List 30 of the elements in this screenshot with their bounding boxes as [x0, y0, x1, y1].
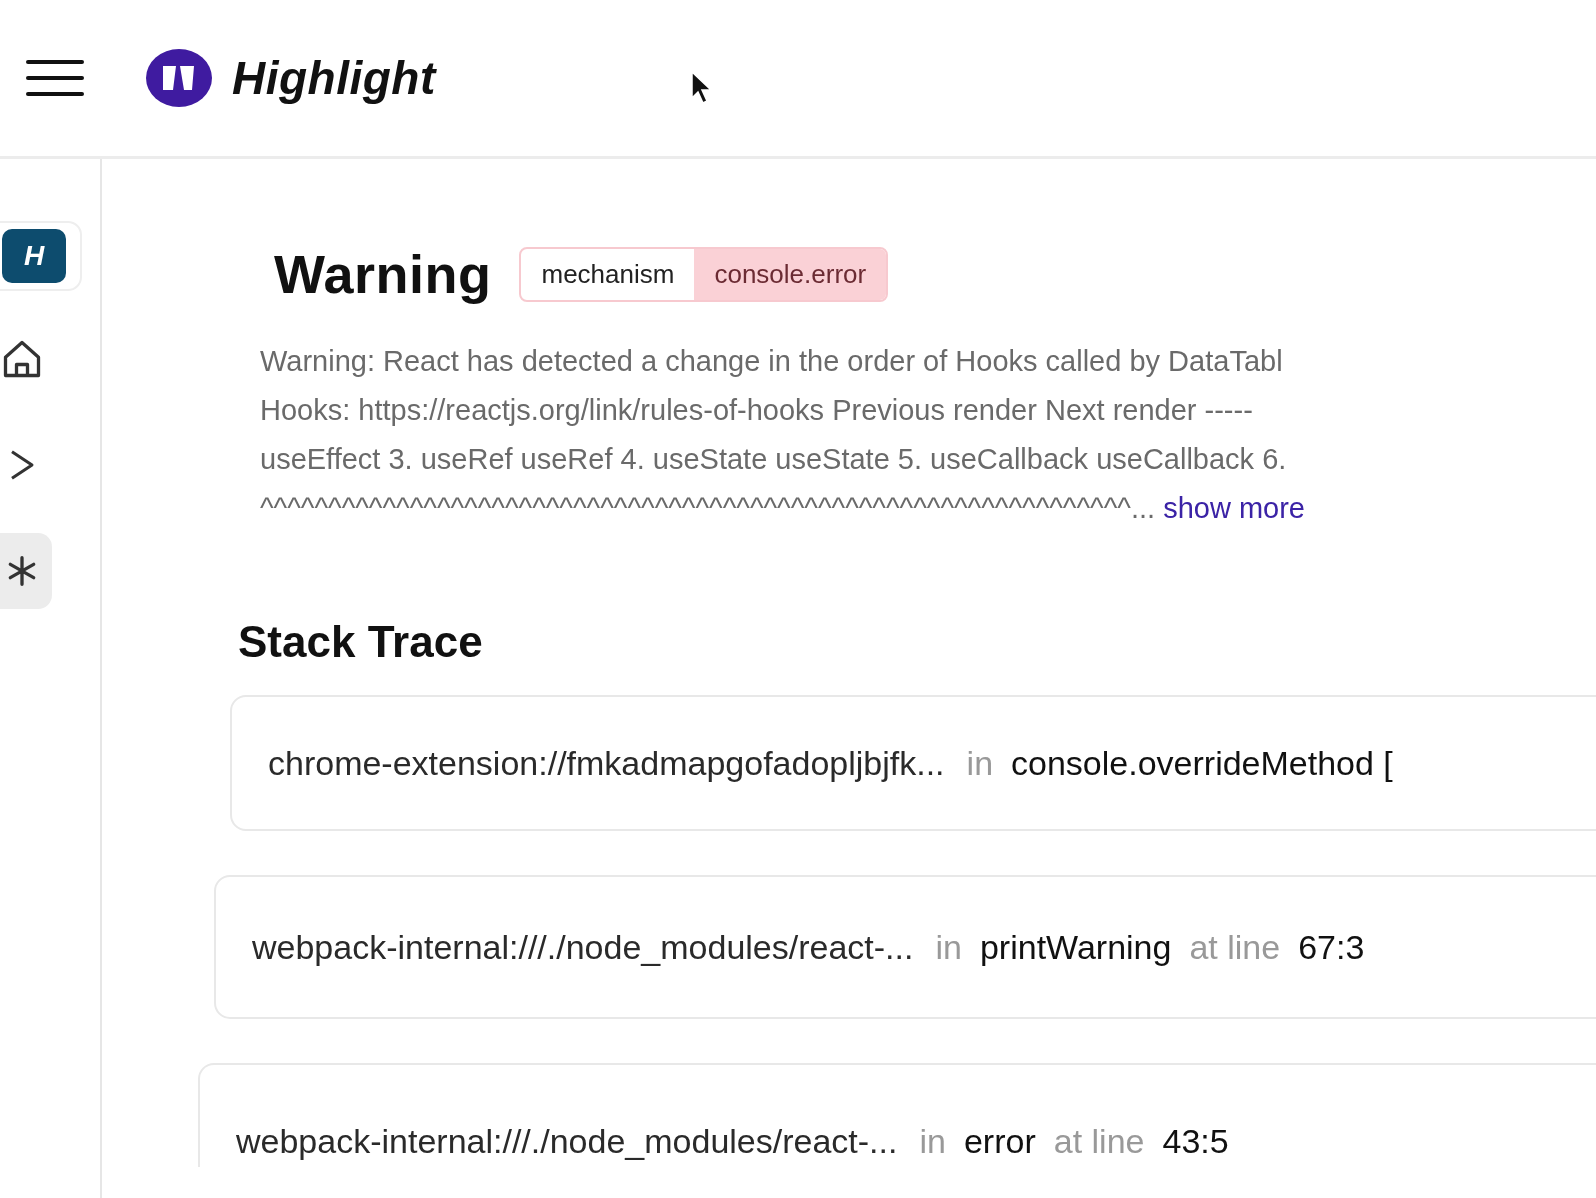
tag-key: mechanism — [521, 248, 695, 300]
brand-name: Highlight — [232, 51, 436, 105]
logo-icon — [146, 49, 212, 107]
sidebar-item[interactable] — [0, 533, 52, 609]
file-path: webpack-internal:///./node_modules/react-... — [252, 927, 914, 967]
function-name: printWarning — [979, 927, 1172, 967]
description-line: Hooks: https://reactjs.org/link/rules-of-hooks Previous render Next render ----- — [260, 394, 1253, 426]
function-name: error — [963, 1122, 1036, 1161]
tag-value: console.error — [694, 248, 887, 300]
stack-frame[interactable]: chrome-extension://fmkadmapgofadopljbjfk... in console.overrideMethod [ — [230, 695, 1596, 831]
in-label: in — [935, 927, 962, 967]
workspace-badge[interactable]: H — [2, 229, 66, 283]
at-line-label: at line — [1053, 1122, 1145, 1161]
section-title: Stack Trace — [238, 617, 484, 667]
line-number: 43:5 — [1162, 1122, 1229, 1161]
stack-frame[interactable]: webpack-internal:///./node_modules/react-... in printWarning at line 67:3 — [214, 875, 1596, 1019]
show-more-link[interactable]: show more — [1163, 492, 1305, 524]
description-line: Warning: React has detected a change in the order of Hooks called by DataTabl — [260, 345, 1283, 377]
menu-icon[interactable] — [26, 60, 84, 96]
in-label: in — [919, 1122, 946, 1161]
stack-frame[interactable]: webpack-internal:///./node_modules/react-... in error at line 43:5 — [198, 1063, 1596, 1167]
description-line: useEffect 3. useRef useRef 4. useState useState 5. useCallback useCallback 6. — [260, 443, 1287, 475]
in-label: in — [966, 743, 994, 783]
function-name: console.overrideMethod [ — [1011, 743, 1393, 783]
description-line: ^^^^^^^^^^^^^^^^^^^^^^^^^^^^^^^^^^^^^^^^^^^^^^^^^^^^^^^^^^^^^^^^... — [260, 492, 1156, 524]
at-line-label: at line — [1189, 927, 1281, 967]
error-title: Warning — [274, 243, 492, 305]
file-path: chrome-extension://fmkadmapgofadopljbjfk... — [268, 743, 945, 783]
file-path: webpack-internal:///./node_modules/react-... — [236, 1122, 898, 1161]
line-number: 67:3 — [1298, 927, 1365, 967]
